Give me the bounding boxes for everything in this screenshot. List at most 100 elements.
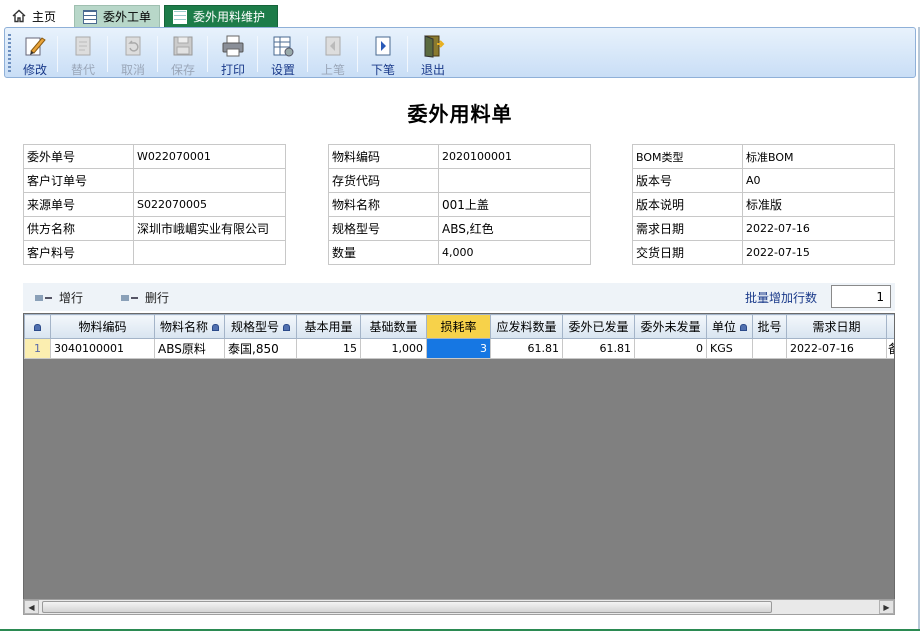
tab-outsource-order[interactable]: 委外工单 [74,5,160,27]
tab-home[interactable]: 主页 [4,5,70,27]
batch-rows-input[interactable] [831,285,891,308]
replace-button[interactable]: 替代 [61,32,105,77]
exit-button[interactable]: 退出 [411,32,455,77]
cell-more[interactable]: 备 [886,338,894,359]
version-desc-field[interactable]: 标准版 [742,192,895,217]
form-left: 委外单号 W022070001 客户订单号 来源单号 S022070005 供方名称… [23,144,286,265]
col-header-loss-rate[interactable]: 损耗率 [426,314,491,339]
save-button[interactable]: 保存 [161,32,205,77]
print-button[interactable]: 打印 [211,32,255,77]
cell-spec[interactable]: 泰国,850 [224,338,297,359]
col-header-demand-date[interactable]: 需求日期 [786,314,887,339]
settings-icon [273,36,294,57]
form-row-supplier: 供方名称 深圳市峨嵋实业有限公司 [23,216,286,241]
inventory-code-field[interactable] [438,168,591,193]
col-header-unit[interactable]: 单位 [706,314,753,339]
next-icon [375,36,391,56]
material-name-field[interactable]: 001上盖 [438,192,591,217]
next-record-button[interactable]: 下笔 [361,32,405,77]
page-title: 委外用料单 [407,102,513,126]
form-row-delivery-date: 交货日期 2022-07-15 [632,240,895,265]
grid-header-row: 物料编码 物料名称 规格型号 基本用量 基础数量 损耗率 应发料数量 委外已发量… [24,314,894,339]
col-header-unissued[interactable]: 委外未发量 [634,314,707,339]
lock-icon [283,324,290,331]
field-label: 物料编码 [328,144,439,169]
field-label: 交货日期 [632,240,743,265]
settings-label: 设置 [270,63,295,77]
field-label: 数量 [328,240,439,265]
version-field[interactable]: A0 [742,168,895,193]
form-row-bom-type: BOM类型 标准BOM [632,144,895,169]
supplier-field[interactable]: 深圳市峨嵋实业有限公司 [133,216,286,241]
demand-date-field[interactable]: 2022-07-16 [742,216,895,241]
spec-field[interactable]: ABS,红色 [438,216,591,241]
cell-batch[interactable] [752,338,787,359]
scroll-left-icon[interactable]: ◀ [24,600,39,614]
printer-icon [222,35,244,57]
table-row[interactable]: 1 3040100001 ABS原料 泰国,850 15 1,000 3 61.… [24,338,894,359]
cell-issue-qty[interactable]: 61.81 [490,338,563,359]
col-header-batch[interactable]: 批号 [752,314,787,339]
col-header-spec[interactable]: 规格型号 [224,314,297,339]
form-row-version-desc: 版本说明 标准版 [632,192,895,217]
grid-icon [173,9,187,24]
field-label: 客户料号 [23,240,134,265]
cell-loss-rate[interactable]: 3 [426,338,491,359]
field-label: 版本号 [632,168,743,193]
field-label: 存货代码 [328,168,439,193]
toolbar-separator [307,36,308,72]
customer-order-field[interactable] [133,168,286,193]
delete-row-button[interactable]: 删行 [121,289,169,306]
prev-record-label: 上笔 [320,63,345,77]
bom-type-field[interactable]: 标准BOM [742,144,895,169]
cell-issued[interactable]: 61.81 [562,338,635,359]
grid-icon [83,9,97,24]
cell-unit[interactable]: KGS [706,338,753,359]
form-middle: 物料编码 2020100001 存货代码 物料名称 001上盖 规格型号 ABS,红色… [328,144,591,265]
edit-button[interactable]: 修改 [13,32,57,77]
toolbar-separator [407,36,408,72]
row-lock-header[interactable] [24,314,51,339]
cell-unissued[interactable]: 0 [634,338,707,359]
cell-base-usage[interactable]: 15 [296,338,361,359]
exit-door-icon [424,35,445,58]
print-label: 打印 [220,63,245,77]
toolbar-separator [57,36,58,72]
toolbar-grip[interactable] [8,34,11,72]
field-label: 版本说明 [632,192,743,217]
field-label: 规格型号 [328,216,439,241]
col-header-material-code[interactable]: 物料编码 [50,314,155,339]
settings-button[interactable]: 设置 [261,32,305,77]
cell-material-name[interactable]: ABS原料 [154,338,225,359]
toolbar-separator [257,36,258,72]
cell-demand-date[interactable]: 2022-07-16 [786,338,887,359]
col-header-more[interactable] [886,314,894,339]
order-no-field[interactable]: W022070001 [133,144,286,169]
prev-record-button[interactable]: 上笔 [311,32,355,77]
col-header-material-name[interactable]: 物料名称 [154,314,225,339]
tab-outsource-material[interactable]: 委外用料维护 [164,5,278,27]
horizontal-scrollbar[interactable]: ◀ ▶ [23,599,895,615]
field-label: 客户订单号 [23,168,134,193]
add-row-button[interactable]: 增行 [35,289,83,306]
form-row-quantity: 数量 4,000 [328,240,591,265]
scroll-right-icon[interactable]: ▶ [879,600,894,614]
cell-base-qty[interactable]: 1,000 [360,338,427,359]
scrollbar-thumb[interactable] [42,601,772,613]
delivery-date-field[interactable]: 2022-07-15 [742,240,895,265]
cell-material-code[interactable]: 3040100001 [50,338,155,359]
form-row-inventory-code: 存货代码 [328,168,591,193]
col-header-base-qty[interactable]: 基础数量 [360,314,427,339]
col-header-issued[interactable]: 委外已发量 [562,314,635,339]
form-row-version: 版本号 A0 [632,168,895,193]
save-label: 保存 [170,63,195,77]
customer-part-field[interactable] [133,240,286,265]
material-code-field[interactable]: 2020100001 [438,144,591,169]
col-header-base-usage[interactable]: 基本用量 [296,314,361,339]
col-header-issue-qty[interactable]: 应发料数量 [490,314,563,339]
source-no-field[interactable]: S022070005 [133,192,286,217]
main-toolbar: 修改 替代 取消 保存 打印 设置 上笔 下笔 退出 [4,27,916,78]
cancel-button[interactable]: 取消 [111,32,155,77]
quantity-field[interactable]: 4,000 [438,240,591,265]
row-number[interactable]: 1 [24,338,51,359]
